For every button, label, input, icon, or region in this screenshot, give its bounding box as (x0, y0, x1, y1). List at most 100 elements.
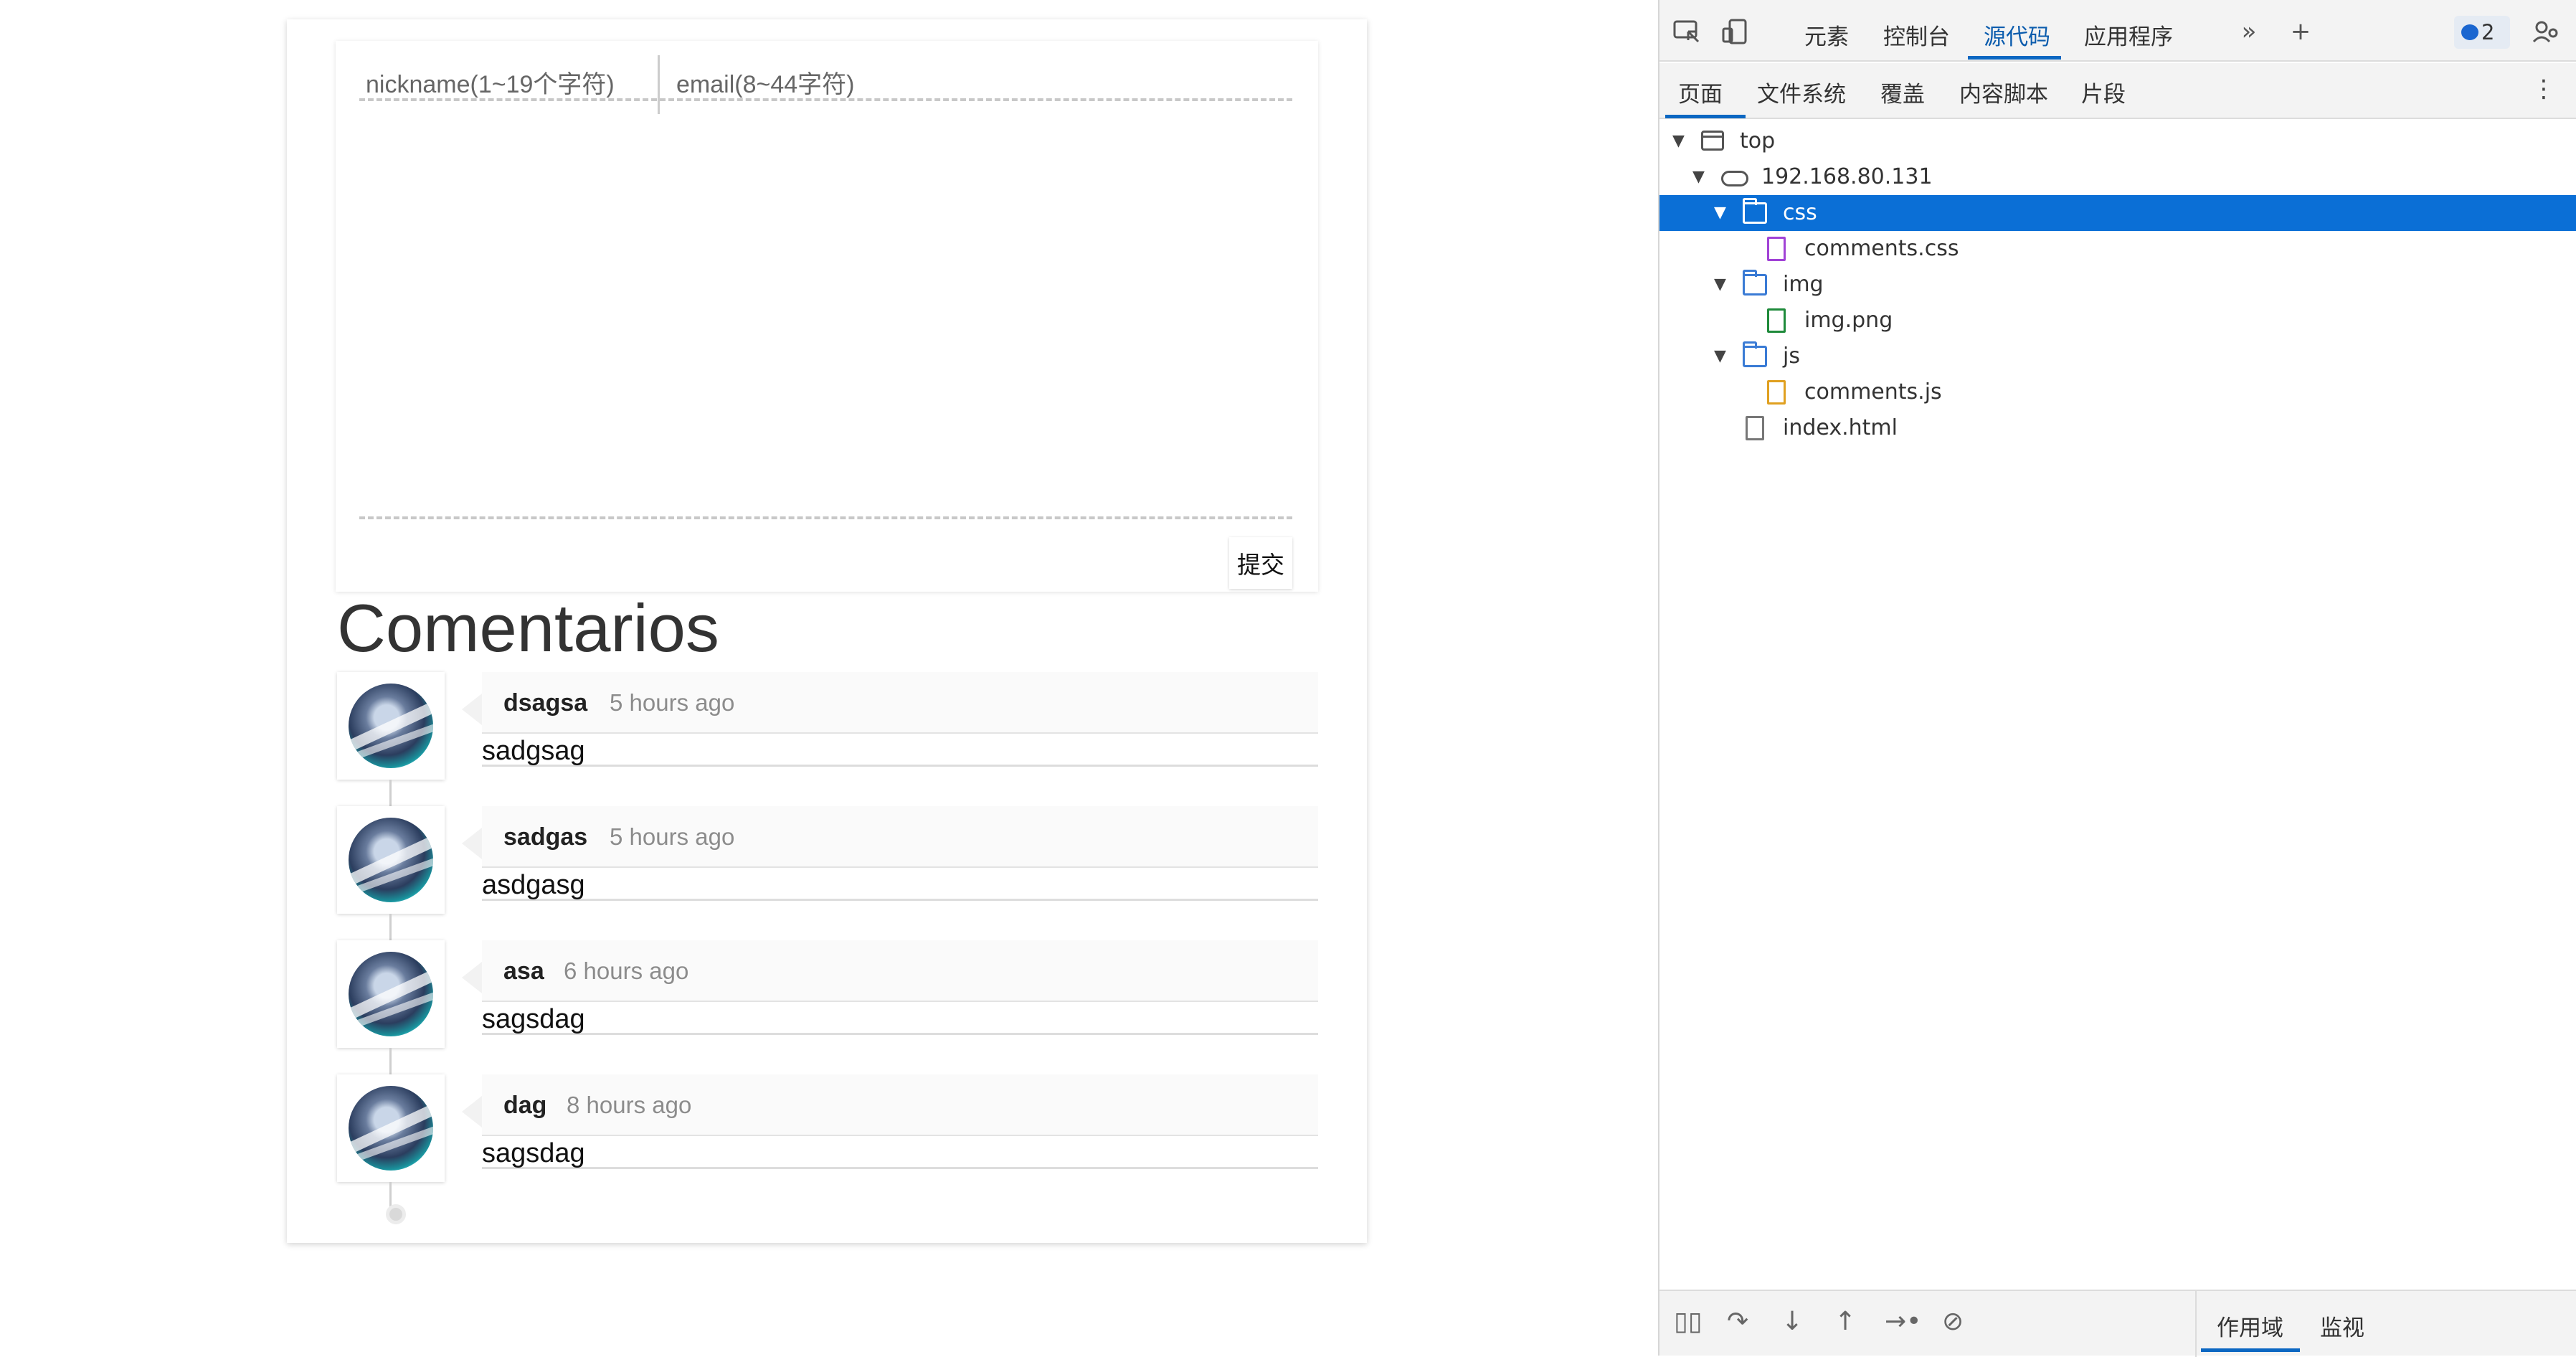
pause-icon[interactable]: ▯▯ (1674, 1307, 1703, 1336)
active-tab-indicator (2201, 1348, 2300, 1352)
devtools-tabbar: 元素 控制台 源代码 应用程序 » + 2 (1659, 0, 2576, 62)
tree-label: comments.css (1804, 236, 1959, 261)
issues-badge[interactable]: 2 (2454, 16, 2510, 49)
avatar-frame (337, 806, 445, 914)
sources-subtabbar: 页面 文件系统 覆盖 内容脚本 片段 ⋮ (1659, 63, 2576, 119)
timeline-line (389, 914, 392, 940)
subtab-overrides[interactable]: 覆盖 (1880, 76, 1925, 108)
comment-author: dag (503, 1092, 547, 1119)
comment-author: asa (503, 958, 544, 985)
js-file-icon (1767, 380, 1786, 405)
more-tabs-icon[interactable]: » (2235, 19, 2263, 44)
subtab-content-scripts[interactable]: 内容脚本 (1959, 76, 2048, 108)
folder-icon (1743, 198, 1767, 224)
avatar (349, 952, 433, 1036)
step-over-icon[interactable]: ↷ (1727, 1307, 1748, 1336)
active-subtab-indicator (1665, 115, 1746, 118)
comment-text: sagsdag (482, 1138, 1318, 1169)
pointer-arrow (462, 694, 482, 725)
subtab-filesystem[interactable]: 文件系统 (1757, 76, 1846, 108)
scope-watch-tabs: 作用域 监视 (2195, 1291, 2576, 1357)
comment-text: sadgsag (482, 735, 1318, 767)
css-file-icon (1767, 237, 1786, 261)
tree-item-top[interactable]: ▼ top (1659, 123, 2576, 159)
comment-time: 6 hours ago (564, 958, 689, 984)
subtab-page[interactable]: 页面 (1678, 76, 1723, 108)
step-icon[interactable]: →• (1885, 1307, 1921, 1336)
step-out-icon[interactable]: ↑ (1834, 1307, 1856, 1336)
inspect-element-icon[interactable] (1672, 19, 1701, 44)
tree-item-host[interactable]: ▼ 192.168.80.131 (1659, 159, 2576, 195)
tree-item-js[interactable]: ▼ js (1659, 339, 2576, 374)
active-tab-indicator (1968, 56, 2061, 60)
comment-form: nickname(1~19个字符) email(8~44字符) 提交 (336, 41, 1318, 592)
deactivate-breakpoints-icon[interactable]: ⊘ (1942, 1307, 1964, 1336)
comment-time: 5 hours ago (610, 689, 735, 716)
tree-label: 192.168.80.131 (1761, 164, 1933, 189)
tree-label: js (1783, 344, 1800, 369)
expand-arrow-icon[interactable]: ▼ (1714, 195, 1726, 231)
comment-item: dsagsa 5 hours ago sadgsag (337, 672, 1318, 806)
tab-scope[interactable]: 作用域 (2217, 1310, 2283, 1342)
customize-icon[interactable] (2532, 19, 2560, 44)
tab-application[interactable]: 应用程序 (2084, 19, 2173, 51)
issues-count: 2 (2481, 20, 2495, 44)
comment-textarea[interactable] (359, 105, 1292, 513)
comment-item: dag 8 hours ago sagsdag (337, 1074, 1318, 1209)
comment-header: asa 6 hours ago (462, 940, 1318, 1002)
comment-header: sadgas 5 hours ago (462, 806, 1318, 868)
divider (359, 516, 1292, 519)
folder-icon (1743, 270, 1767, 295)
devtools-panel: 元素 控制台 源代码 应用程序 » + 2 页面 文件系统 覆盖 内容脚本 片段… (1658, 0, 2576, 1357)
html-file-icon (1746, 416, 1764, 440)
tree-label: img.png (1804, 308, 1893, 333)
divider (359, 98, 1292, 101)
comment-time: 5 hours ago (610, 823, 735, 850)
comment-body: asa 6 hours ago sagsdag (462, 940, 1318, 1035)
timeline-end-dot (386, 1204, 406, 1224)
submit-button[interactable]: 提交 (1229, 537, 1292, 589)
tree-label: comments.js (1804, 379, 1942, 405)
comment-header: dag 8 hours ago (462, 1074, 1318, 1136)
tree-item-comments-css[interactable]: comments.css (1659, 231, 2576, 267)
expand-arrow-icon[interactable]: ▼ (1714, 267, 1726, 303)
tree-item-img[interactable]: ▼ img (1659, 267, 2576, 303)
cloud-icon (1721, 171, 1748, 186)
expand-arrow-icon[interactable]: ▼ (1692, 159, 1705, 195)
pointer-arrow (462, 962, 482, 993)
comment-item: sadgas 5 hours ago asdgasg (337, 806, 1318, 940)
comment-author: dsagsa (503, 689, 588, 717)
tree-item-css[interactable]: ▼ css (1659, 195, 2576, 231)
image-file-icon (1767, 308, 1786, 333)
tree-item-img-png[interactable]: img.png (1659, 303, 2576, 339)
expand-arrow-icon[interactable]: ▼ (1672, 123, 1685, 159)
timeline-line (389, 780, 392, 806)
avatar-frame (337, 940, 445, 1048)
tree-label: css (1783, 200, 1817, 225)
comment-text: asdgasg (482, 869, 1318, 901)
comments-title: Comentarios (337, 590, 719, 666)
tree-item-index-html[interactable]: index.html (1659, 410, 2576, 446)
expand-arrow-icon[interactable]: ▼ (1714, 339, 1726, 374)
chat-icon (2461, 24, 2478, 40)
device-toolbar-icon[interactable] (1721, 19, 1750, 44)
tree-label: img (1783, 272, 1824, 297)
avatar-frame (337, 672, 445, 780)
pointer-arrow (462, 1096, 482, 1127)
step-into-icon[interactable]: ↓ (1781, 1307, 1803, 1336)
tree-label: index.html (1783, 415, 1898, 440)
subtab-snippets[interactable]: 片段 (2081, 76, 2126, 108)
tab-elements[interactable]: 元素 (1804, 19, 1849, 51)
folder-icon (1743, 341, 1767, 367)
comment-author: sadgas (503, 823, 588, 851)
comment-header: dsagsa 5 hours ago (462, 672, 1318, 734)
tab-sources[interactable]: 源代码 (1984, 19, 2050, 51)
tab-watch[interactable]: 监视 (2320, 1310, 2364, 1342)
tree-item-comments-js[interactable]: comments.js (1659, 374, 2576, 410)
add-tab-icon[interactable]: + (2286, 19, 2315, 44)
more-options-icon[interactable]: ⋮ (2532, 75, 2556, 103)
timeline-line (389, 1048, 392, 1074)
tree-label: top (1740, 128, 1776, 153)
comment-item: asa 6 hours ago sagsdag (337, 940, 1318, 1074)
tab-console[interactable]: 控制台 (1883, 19, 1950, 51)
